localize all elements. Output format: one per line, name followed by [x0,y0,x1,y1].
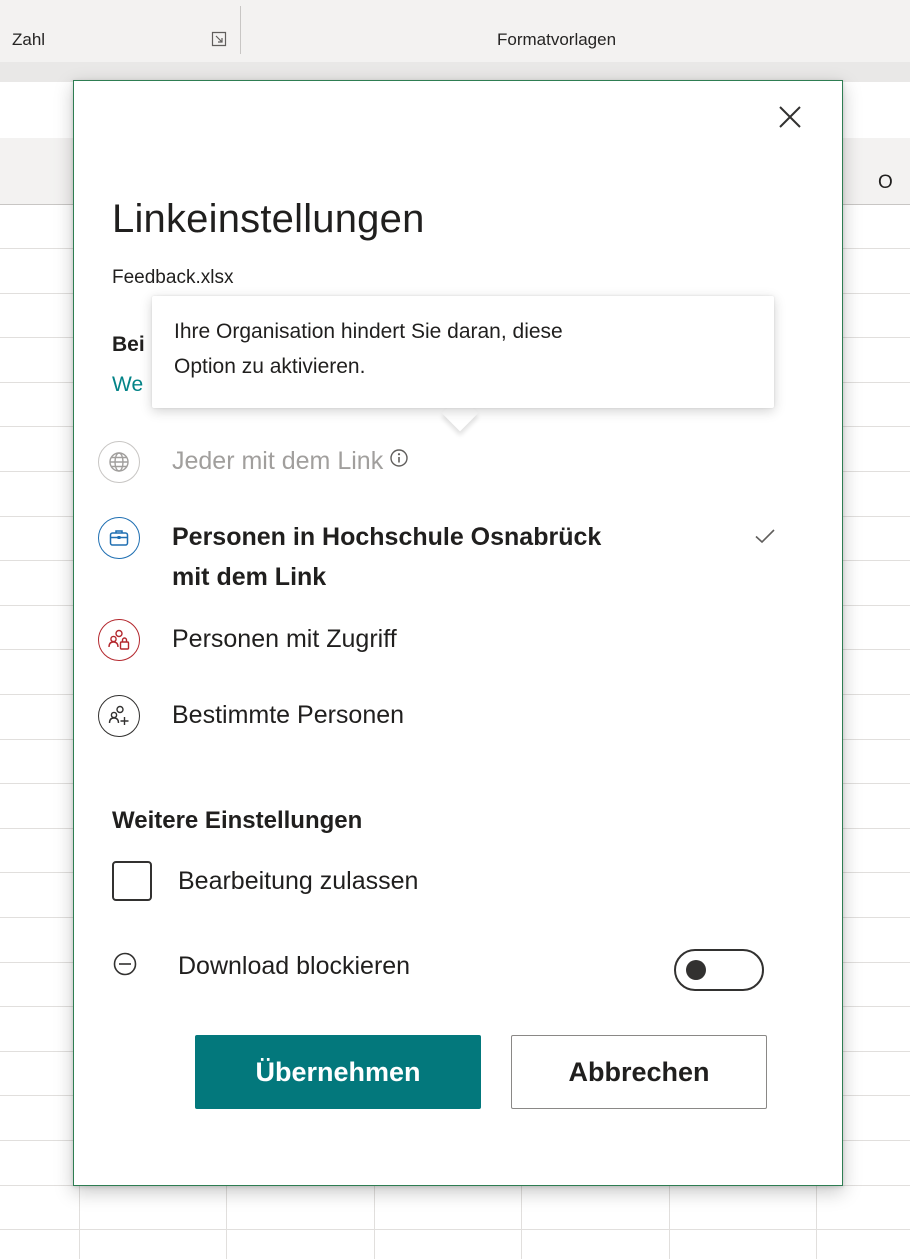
grid-column-line [816,1186,817,1259]
block-download-label: Download blockieren [178,952,411,980]
block-download-toggle[interactable] [674,949,764,991]
grid-column-line [374,1186,375,1259]
dialog-title: Linkeinstellungen [112,197,425,241]
allow-editing-checkbox[interactable] [112,861,152,901]
minus-circle-icon [112,951,138,982]
option-people-in-organization[interactable]: Personen in Hochschule Osnabrück mit dem… [98,517,601,597]
ribbon-group-styles-label: Formatvorlagen [497,30,617,49]
column-header-o[interactable]: O [878,172,893,194]
tooltip-text-line1: Ihre Organisation hindert Sie daran, die… [174,320,563,343]
briefcase-icon [98,517,140,559]
grid-column-line [521,1186,522,1259]
block-download-row: Download blockieren [112,951,410,982]
grid-column-line [669,1186,670,1259]
option-label: Personen mit Zugriff [172,625,397,653]
toggle-knob [686,960,706,980]
tooltip-text-line2: Option zu aktivieren. [174,355,366,378]
allow-editing-row[interactable]: Bearbeitung zulassen [112,861,418,901]
option-people-with-access[interactable]: Personen mit Zugriff [98,619,397,661]
more-settings-heading: Weitere Einstellungen [112,807,363,834]
option-label-line2: mit dem Link [172,563,327,591]
formula-bar-strip [0,62,910,82]
grid-column-line [226,1186,227,1259]
option-label: Bestimmte Personen [172,701,405,729]
ribbon: Zahl Formatvorlagen [0,0,910,63]
disabled-option-tooltip: Ihre Organisation hindert Sie daran, die… [152,296,774,408]
info-icon[interactable] [389,440,409,480]
allow-editing-label: Bearbeitung zulassen [178,866,419,895]
ribbon-separator [240,6,241,54]
people-add-icon [98,695,140,737]
close-icon [779,106,801,128]
people-lock-icon [98,619,140,661]
section-heading-partial: Bei [112,333,145,356]
option-specific-people[interactable]: Bestimmte Personen [98,695,404,737]
file-name: Feedback.xlsx [112,267,234,288]
globe-icon [98,441,140,483]
checkmark-icon [754,527,776,550]
close-button[interactable] [774,101,806,133]
dialog-launcher-icon[interactable] [211,31,227,47]
apply-button[interactable]: Übernehmen [195,1035,481,1109]
ribbon-group-number-label: Zahl [12,30,46,49]
grid-row-line [0,1229,910,1230]
option-label: Personen in Hochschule Osnabrück [172,523,602,551]
option-label: Jeder mit dem Link [172,447,384,475]
link-partial[interactable]: We [112,373,143,397]
cancel-button[interactable]: Abbrechen [511,1035,767,1109]
link-settings-dialog: Linkeinstellungen Feedback.xlsx Bei We J… [73,80,843,1186]
option-anyone-with-link[interactable]: Jeder mit dem Link [98,441,409,483]
grid-column-line [79,1186,80,1259]
